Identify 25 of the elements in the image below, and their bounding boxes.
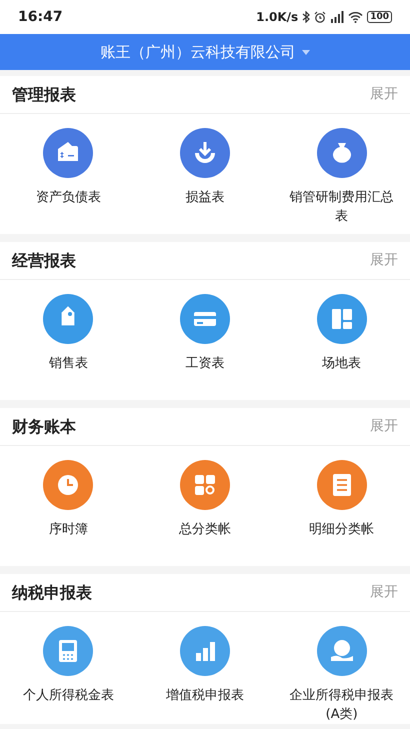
report-item[interactable]: 场地表: [273, 294, 410, 373]
report-item[interactable]: 工资表: [136, 294, 274, 373]
section-title: 纳税申报表: [12, 582, 92, 604]
report-item[interactable]: 销售表: [0, 294, 137, 373]
section-title: 管理报表: [12, 84, 76, 106]
report-item[interactable]: 个人所得税金表: [0, 626, 137, 724]
report-item[interactable]: 明细分类帐: [273, 460, 410, 539]
report-item[interactable]: 增值税申报表: [136, 626, 274, 724]
company-selector[interactable]: 账王（广州）云科技有限公司: [0, 34, 410, 70]
report-item[interactable]: 序时簿: [0, 460, 137, 539]
bluetooth-icon: [302, 11, 310, 23]
section-title: 经营报表: [12, 250, 76, 272]
report-item[interactable]: 资产负债表: [0, 128, 137, 226]
report-item[interactable]: 销管研制费用汇总表: [273, 128, 410, 226]
section-title: 财务账本: [12, 416, 76, 438]
battery-icon: 100: [367, 11, 392, 23]
status-time: 16:47: [18, 8, 63, 26]
report-item[interactable]: 总分类帐: [136, 460, 274, 539]
report-item[interactable]: 损益表: [136, 128, 274, 226]
network-speed: 1.0K/s: [256, 9, 298, 26]
wifi-icon: [348, 11, 364, 23]
caret-icon: [302, 50, 310, 54]
report-item[interactable]: 企业所得税申报表(A类): [273, 626, 410, 724]
signal-icon: [330, 11, 344, 23]
alarm-icon: [314, 11, 326, 23]
